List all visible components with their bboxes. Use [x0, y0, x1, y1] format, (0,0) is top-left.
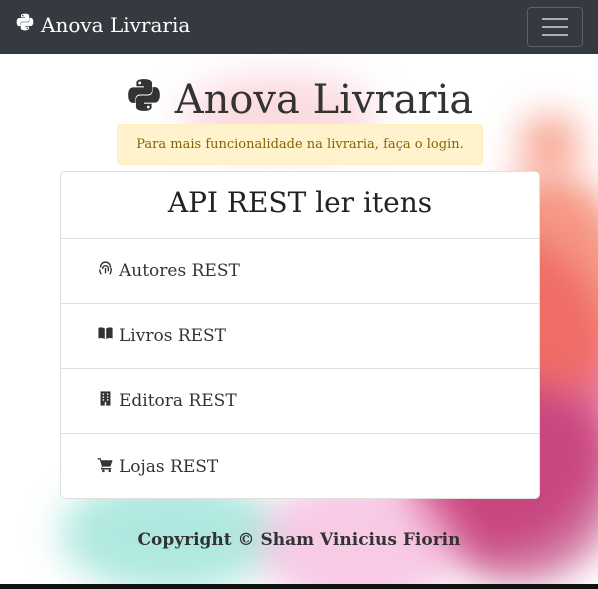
bottom-edge	[0, 584, 598, 589]
list-item-label: Livros REST	[119, 326, 227, 346]
list-item-editora[interactable]: Editora REST	[61, 369, 539, 434]
top-navbar: Anova Livraria	[0, 0, 598, 54]
hamburger-line	[542, 26, 568, 28]
list-item-label: Lojas REST	[119, 456, 219, 477]
cart-icon	[97, 456, 114, 478]
python-icon	[15, 12, 35, 37]
list-item-lojas[interactable]: Lojas REST	[61, 434, 539, 498]
navbar-brand-label: Anova Livraria	[41, 12, 191, 37]
navbar-brand[interactable]: Anova Livraria	[15, 12, 190, 37]
login-alert: Para mais funcionalidade na livraria, fa…	[117, 124, 483, 165]
list-item-autores[interactable]: Autores REST	[61, 239, 539, 304]
building-icon	[97, 390, 114, 412]
python-icon	[125, 76, 163, 124]
footer-copyright: Copyright © Sham Vinicius Fiorin	[137, 530, 461, 550]
api-rest-card: API REST ler itens Autores REST Livros R…	[60, 171, 540, 499]
card-title: API REST ler itens	[61, 172, 539, 239]
list-item-label: Autores REST	[119, 261, 240, 281]
navbar-toggle-button[interactable]	[527, 7, 583, 47]
fingerprint-icon	[97, 260, 114, 282]
hamburger-icon	[542, 18, 568, 20]
book-icon	[97, 325, 114, 347]
hamburger-line	[542, 34, 568, 36]
list-item-label: Editora REST	[119, 391, 237, 411]
page-title: Anova Livraria	[0, 76, 598, 124]
page-title-text: Anova Livraria	[174, 77, 474, 123]
list-item-livros[interactable]: Livros REST	[61, 304, 539, 369]
